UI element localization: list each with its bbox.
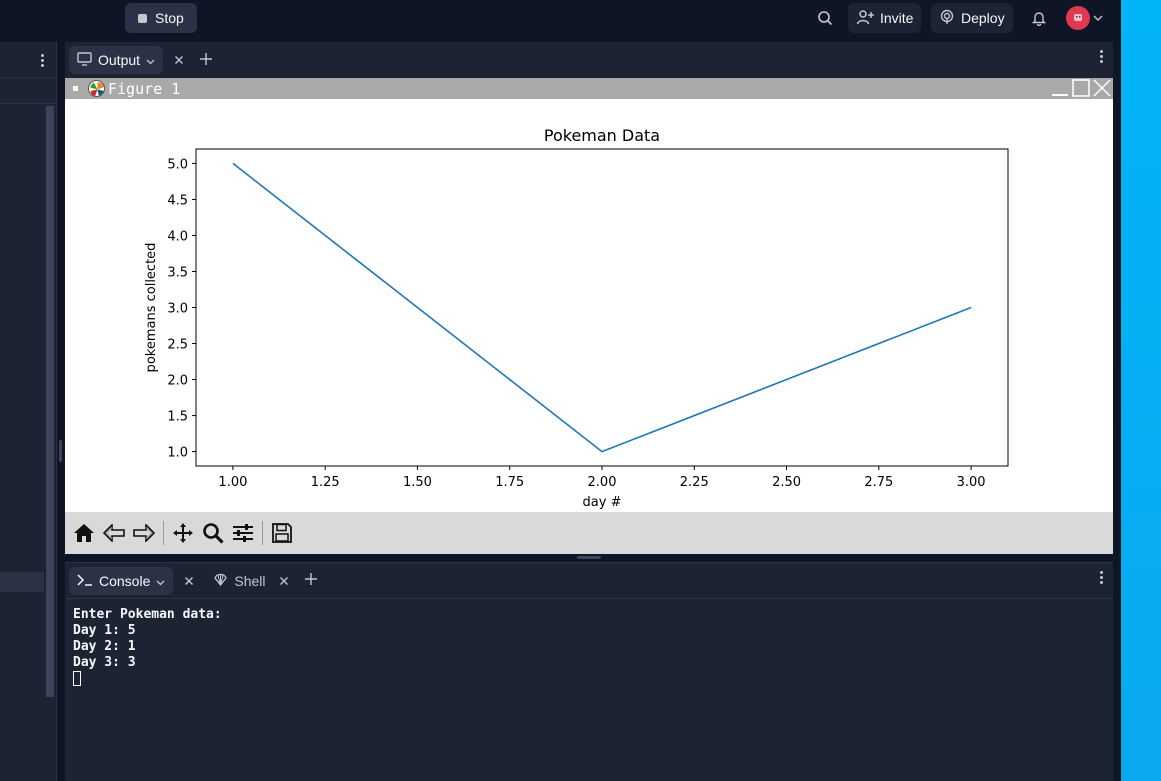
window-menu-icon[interactable] bbox=[73, 86, 78, 91]
deploy-icon bbox=[939, 9, 955, 28]
add-tab-icon[interactable] bbox=[304, 570, 318, 591]
deploy-button[interactable]: Deploy bbox=[931, 3, 1013, 33]
x-tick-label: 2.50 bbox=[772, 475, 801, 490]
output-menu-icon[interactable] bbox=[1100, 50, 1103, 63]
matplotlib-logo-icon bbox=[88, 80, 105, 97]
console-output[interactable]: Enter Pokeman data: Day 1: 5 Day 2: 1 Da… bbox=[65, 599, 1113, 695]
monitor-icon bbox=[77, 51, 92, 69]
y-tick-label: 1.5 bbox=[167, 410, 188, 425]
forward-arrow-icon[interactable] bbox=[131, 520, 157, 546]
y-tick-label: 2.5 bbox=[167, 338, 188, 353]
back-arrow-icon[interactable] bbox=[101, 520, 127, 546]
y-tick-label: 5.0 bbox=[167, 157, 188, 172]
close-icon[interactable] bbox=[169, 50, 189, 70]
console-pane: Console Shell Enter Pokeman data: Day 1:… bbox=[65, 562, 1113, 781]
x-tick-label: 1.25 bbox=[311, 475, 340, 490]
text-cursor bbox=[73, 671, 81, 686]
invite-button[interactable]: Invite bbox=[848, 3, 922, 33]
toolbar-divider bbox=[163, 521, 164, 545]
pan-icon[interactable] bbox=[170, 520, 196, 546]
stop-icon bbox=[138, 13, 147, 23]
tab-output[interactable]: Output bbox=[69, 46, 164, 74]
add-user-icon bbox=[856, 9, 874, 28]
axes-frame bbox=[195, 148, 1009, 467]
tab-console-label: Console bbox=[99, 572, 151, 589]
y-tick-label: 3.5 bbox=[167, 265, 188, 280]
scrollbar[interactable] bbox=[46, 106, 54, 697]
top-bar: Stop Invite Deploy bbox=[0, 0, 1121, 42]
chevron-down-icon[interactable] bbox=[1092, 7, 1104, 29]
x-tick-label: 2.00 bbox=[588, 475, 617, 490]
x-tick-label: 3.00 bbox=[957, 475, 986, 490]
add-tab-icon[interactable] bbox=[199, 50, 213, 71]
shell-icon bbox=[213, 572, 228, 590]
line-chart: 1.00 1.25 1.50 1.75 2.00 2.25 2.50 2.75 3.00 1.0 1… bbox=[144, 126, 1009, 510]
x-tick-label: 1.75 bbox=[495, 475, 524, 490]
y-tick-label: 2.0 bbox=[167, 374, 188, 389]
console-tab-bar: Console Shell bbox=[65, 563, 1113, 599]
save-icon[interactable] bbox=[269, 520, 295, 546]
console-line: Day 3: 3 bbox=[73, 655, 136, 670]
figure-toolbar bbox=[65, 512, 1113, 554]
desktop-background bbox=[1121, 0, 1161, 781]
output-pane: Output Figure 1 1.00 1.25 1.50 1.75 2.00… bbox=[65, 42, 1113, 554]
terminal-icon bbox=[77, 573, 93, 589]
close-icon[interactable] bbox=[1093, 79, 1111, 101]
resize-handle[interactable] bbox=[59, 440, 62, 462]
output-tab-bar: Output bbox=[65, 42, 1113, 78]
tab-shell[interactable]: Shell bbox=[205, 572, 273, 590]
pane-resize-handle[interactable] bbox=[577, 556, 601, 559]
close-icon[interactable] bbox=[274, 571, 294, 591]
configure-subplots-icon[interactable] bbox=[230, 520, 256, 546]
close-icon[interactable] bbox=[179, 571, 199, 591]
series-line bbox=[232, 162, 972, 453]
y-tick-label: 3.0 bbox=[167, 302, 188, 317]
y-tick-label: 4.5 bbox=[167, 193, 188, 208]
x-tick-label: 2.75 bbox=[864, 475, 893, 490]
console-menu-icon[interactable] bbox=[1100, 571, 1103, 584]
console-line: Enter Pokeman data: bbox=[73, 607, 222, 622]
figure-window: Figure 1 1.00 1.25 1.50 1.75 2.00 2.25 2.50 2.7… bbox=[65, 78, 1113, 554]
minimize-icon[interactable] bbox=[1051, 79, 1069, 101]
invite-label: Invite bbox=[880, 10, 914, 26]
left-panel bbox=[0, 42, 57, 781]
search-icon[interactable] bbox=[811, 7, 839, 29]
x-axis-label: day # bbox=[583, 495, 622, 510]
bell-icon[interactable] bbox=[1025, 7, 1053, 29]
y-axis-label: pokemans collected bbox=[144, 243, 159, 373]
stop-button[interactable]: Stop bbox=[125, 3, 197, 33]
home-icon[interactable] bbox=[71, 520, 97, 546]
maximize-icon[interactable] bbox=[1072, 79, 1090, 101]
chart-title: Pokeman Data bbox=[544, 126, 660, 145]
selected-row-highlight bbox=[0, 572, 44, 592]
figure-title: Figure 1 bbox=[108, 80, 181, 98]
y-tick-label: 4.0 bbox=[167, 229, 188, 244]
chevron-down-icon[interactable] bbox=[146, 52, 155, 68]
x-tick-label: 2.25 bbox=[680, 475, 709, 490]
figure-titlebar[interactable]: Figure 1 bbox=[65, 78, 1113, 99]
tab-shell-label: Shell bbox=[234, 572, 266, 589]
avatar[interactable] bbox=[1066, 6, 1090, 30]
chevron-down-icon[interactable] bbox=[156, 573, 165, 589]
y-tick-label: 1.0 bbox=[167, 446, 188, 461]
left-panel-menu-icon[interactable] bbox=[41, 54, 44, 67]
zoom-icon[interactable] bbox=[200, 520, 226, 546]
console-line: Day 2: 1 bbox=[73, 639, 136, 654]
x-tick-label: 1.50 bbox=[403, 475, 432, 490]
deploy-label: Deploy bbox=[961, 10, 1005, 26]
tab-console[interactable]: Console bbox=[69, 566, 174, 595]
toolbar-divider bbox=[262, 521, 263, 545]
tab-output-label: Output bbox=[98, 52, 141, 68]
stop-label: Stop bbox=[155, 10, 184, 26]
console-line: Day 1: 5 bbox=[73, 623, 136, 638]
plot-area[interactable]: 1.00 1.25 1.50 1.75 2.00 2.25 2.50 2.75 3.00 1.0 1… bbox=[65, 99, 1113, 512]
x-tick-label: 1.00 bbox=[218, 475, 247, 490]
